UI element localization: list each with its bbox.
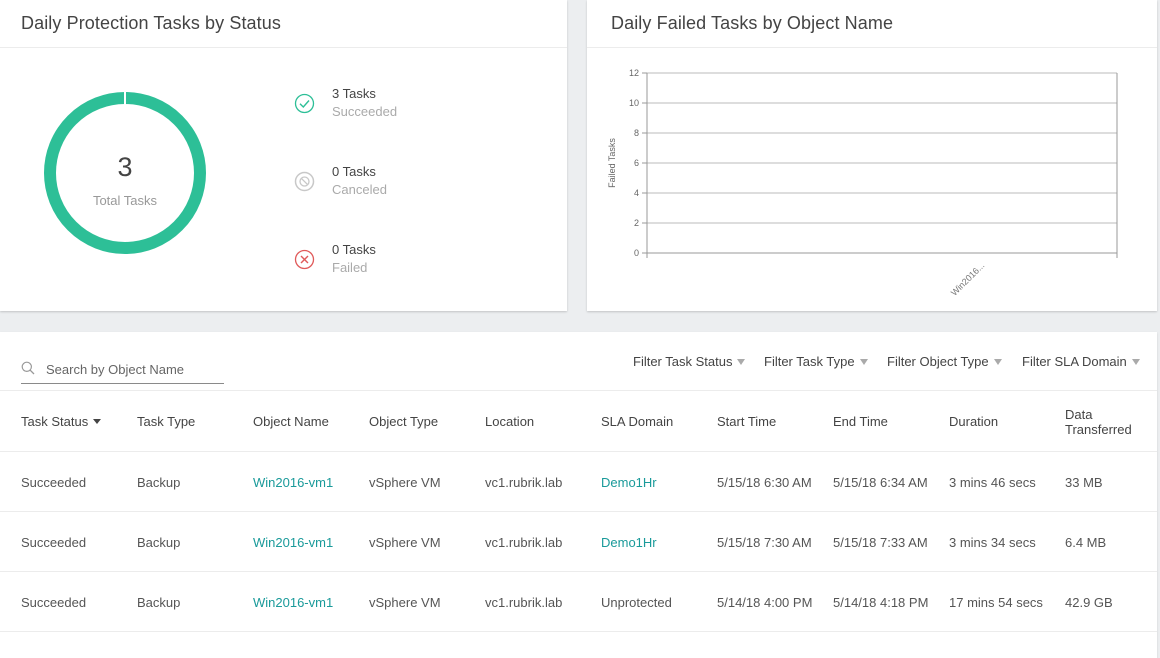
table-row[interactable]: Succeeded Backup Win2016-vm1 vSphere VM vc1.… (0, 451, 1157, 511)
filter-task-status-label: Filter Task Status (633, 354, 733, 369)
cell-object-name[interactable]: Win2016-vm1 (253, 475, 333, 490)
filter-object-type[interactable]: Filter Object Type (887, 354, 1002, 369)
cell-end-time: 5/14/18 4:18 PM (833, 595, 929, 610)
cell-end-time: 5/15/18 6:34 AM (833, 475, 928, 490)
cell-location: vc1.rubrik.lab (485, 535, 563, 550)
sort-desc-icon (93, 419, 102, 424)
table-top-divider (0, 390, 1157, 391)
caret-down-icon (737, 359, 746, 365)
filter-sla-domain-label: Filter SLA Domain (1022, 354, 1127, 369)
cell-task-type: Backup (137, 475, 181, 490)
table-row[interactable]: Succeeded Backup Win2016-vm1 vSphere VM vc1.… (0, 511, 1157, 571)
col-header-object-name[interactable]: Object Name (253, 414, 329, 429)
cell-task-type: Backup (137, 535, 181, 550)
tasks-table-panel: Filter Task Status Filter Task Type Filt… (0, 332, 1157, 658)
cell-object-type: vSphere VM (369, 535, 441, 550)
total-tasks-label: Total Tasks (92, 193, 158, 208)
succeeded-count: 3 Tasks (332, 86, 376, 101)
cell-duration: 3 mins 46 secs (949, 475, 1036, 490)
col-header-end-time[interactable]: End Time (833, 414, 888, 429)
x-tick-label: Win2016... (949, 260, 986, 297)
y-tick-label: 8 (634, 128, 639, 138)
col-header-label: Task Status (21, 414, 89, 429)
cell-object-name[interactable]: Win2016-vm1 (253, 595, 333, 610)
cell-duration: 17 mins 54 secs (949, 595, 1043, 610)
canceled-circle-icon (294, 171, 315, 192)
legend-item-failed: 0 Tasks Failed (294, 242, 494, 282)
col-header-sla-domain[interactable]: SLA Domain (601, 414, 673, 429)
col-header-label: Transferred (1065, 422, 1132, 437)
table-row[interactable]: Succeeded Backup Win2016-vm1 vSphere VM vc1.… (0, 571, 1157, 631)
failed-card-title: Daily Failed Tasks by Object Name (611, 13, 894, 33)
y-tick-label: 10 (629, 98, 639, 108)
cell-end-time: 5/15/18 7:33 AM (833, 535, 928, 550)
cell-object-type: vSphere VM (369, 475, 441, 490)
protection-tasks-status-card: Daily Protection Tasks by Status 3 Total… (0, 0, 567, 311)
cell-object-type: vSphere VM (369, 595, 441, 610)
caret-down-icon (993, 359, 1002, 365)
col-header-start-time[interactable]: Start Time (717, 414, 776, 429)
filter-task-type-label: Filter Task Type (764, 354, 855, 369)
col-header-object-type[interactable]: Object Type (369, 414, 438, 429)
failed-tasks-chart-card: Daily Failed Tasks by Object Name 0 2 4 6 8 1… (587, 0, 1157, 311)
cell-task-status: Succeeded (21, 475, 87, 490)
filter-sla-domain[interactable]: Filter SLA Domain (1022, 354, 1140, 369)
search-icon (21, 361, 35, 375)
cell-sla-domain[interactable]: Demo1Hr (601, 535, 657, 550)
cell-sla-domain[interactable]: Demo1Hr (601, 475, 657, 490)
cell-data-transferred: 42.9 GB (1065, 595, 1113, 610)
filter-task-type[interactable]: Filter Task Type (764, 354, 868, 369)
y-tick-label: 4 (634, 188, 639, 198)
cell-task-status: Succeeded (21, 535, 87, 550)
y-tick-label: 0 (634, 248, 639, 258)
legend-item-succeeded: 3 Tasks Succeeded (294, 86, 494, 126)
status-card-title: Daily Protection Tasks by Status (21, 13, 281, 33)
cell-object-name[interactable]: Win2016-vm1 (253, 535, 333, 550)
y-axis-label: Failed Tasks (607, 138, 617, 188)
cell-location: vc1.rubrik.lab (485, 595, 563, 610)
cell-data-transferred: 33 MB (1065, 475, 1103, 490)
col-header-label: Data (1065, 407, 1093, 422)
check-circle-icon (294, 93, 315, 114)
legend-item-canceled: 0 Tasks Canceled (294, 164, 494, 204)
cell-task-status: Succeeded (21, 595, 87, 610)
caret-down-icon (1131, 359, 1140, 365)
y-tick-label: 12 (629, 68, 639, 78)
cell-sla-domain: Unprotected (601, 595, 672, 610)
failed-tasks-chart: 0 2 4 6 8 10 12 Failed Tasks Win2016... (607, 68, 1118, 298)
filter-object-type-label: Filter Object Type (887, 354, 989, 369)
cell-start-time: 5/15/18 7:30 AM (717, 535, 812, 550)
caret-down-icon (859, 359, 868, 365)
cell-location: vc1.rubrik.lab (485, 475, 563, 490)
failed-label: Failed (332, 260, 368, 275)
canceled-label: Canceled (332, 182, 387, 197)
search-input[interactable] (46, 360, 222, 378)
col-header-data-transferred[interactable]: Data Transferred (1065, 407, 1132, 437)
failed-count: 0 Tasks (332, 242, 376, 257)
x-circle-icon (294, 249, 315, 270)
total-tasks-count: 3 (117, 152, 133, 182)
card-divider (0, 47, 567, 48)
cell-task-type: Backup (137, 595, 181, 610)
cell-start-time: 5/15/18 6:30 AM (717, 475, 812, 490)
filter-task-status[interactable]: Filter Task Status (633, 354, 746, 369)
cell-data-transferred: 6.4 MB (1065, 535, 1107, 550)
y-tick-label: 2 (634, 218, 639, 228)
col-header-task-type[interactable]: Task Type (137, 414, 195, 429)
cell-start-time: 5/14/18 4:00 PM (717, 595, 813, 610)
search-box[interactable] (21, 358, 224, 384)
cell-duration: 3 mins 34 secs (949, 535, 1036, 550)
table-bottom-divider (0, 631, 1157, 632)
col-header-duration[interactable]: Duration (949, 414, 998, 429)
col-header-task-status[interactable]: Task Status (21, 414, 102, 429)
succeeded-label: Succeeded (332, 104, 398, 119)
y-tick-label: 6 (634, 158, 639, 168)
col-header-location[interactable]: Location (485, 414, 534, 429)
canceled-count: 0 Tasks (332, 164, 376, 179)
